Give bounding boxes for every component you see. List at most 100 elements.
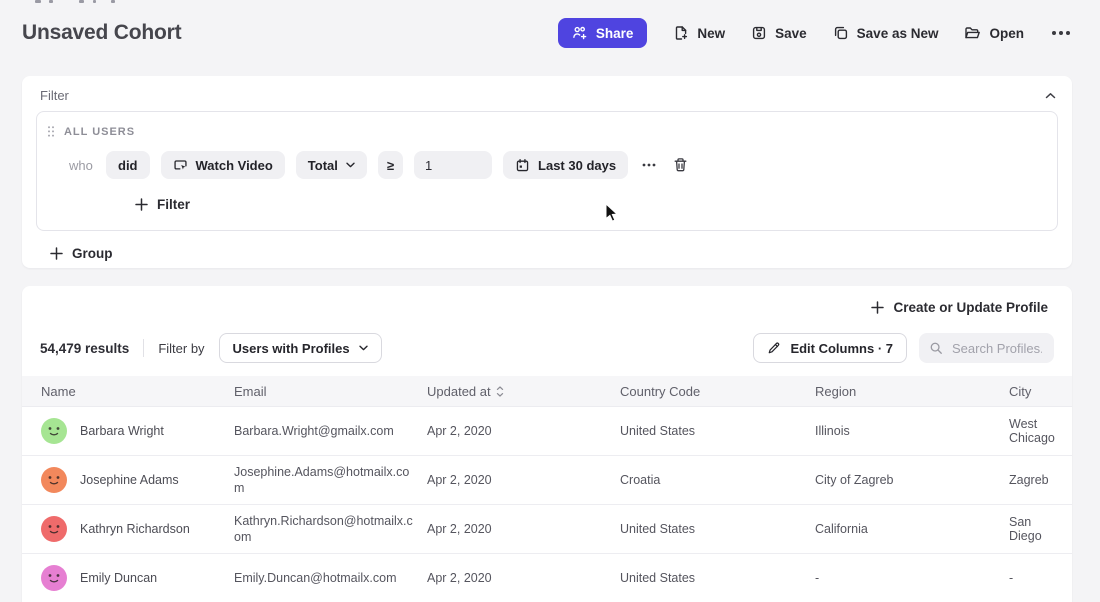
profile-search-input[interactable] [950, 340, 1044, 357]
profile-city-cell: Zagreb [1009, 473, 1072, 487]
save-button[interactable]: Save [751, 25, 807, 41]
more-options-button[interactable] [1050, 27, 1072, 39]
profile-city-cell: San Diego [1009, 515, 1072, 543]
profile-email-cell: Josephine.Adams@hotmailx.com [234, 464, 427, 496]
save-as-new-button-label: Save as New [857, 26, 939, 41]
column-header-city[interactable]: City [1009, 384, 1072, 399]
avatar [41, 565, 67, 591]
profile-updated-cell: Apr 2, 2020 [427, 522, 620, 536]
calendar-icon [515, 158, 530, 173]
who-label: who [69, 158, 95, 173]
profile-name-cell: Josephine Adams [41, 467, 234, 493]
profile-country-cell: United States [620, 571, 815, 585]
date-range-selector[interactable]: Last 30 days [503, 151, 628, 179]
folder-open-icon [964, 25, 981, 41]
screen-cursor-icon [173, 158, 188, 173]
profile-region-cell: - [815, 571, 1009, 585]
create-or-update-profile-button[interactable]: Create or Update Profile [865, 299, 1054, 316]
did-selector[interactable]: did [106, 151, 150, 179]
profile-city-cell: West Chicago [1009, 417, 1072, 445]
new-button[interactable]: New [673, 25, 725, 41]
cropped-nav-fragment [35, 0, 41, 3]
profile-region-cell: Illinois [815, 424, 1009, 438]
table-row[interactable]: Emily Duncan Emily.Duncan@hotmailx.com A… [22, 554, 1072, 602]
profile-email-cell: Barbara.Wright@gmailx.com [234, 423, 427, 439]
profile-filter-value: Users with Profiles [233, 341, 350, 356]
profile-country-cell: United States [620, 424, 815, 438]
cropped-nav-fragment [79, 0, 84, 3]
table-row[interactable]: Josephine Adams Josephine.Adams@hotmailx… [22, 456, 1072, 505]
results-panel: Create or Update Profile 54,479 results … [22, 286, 1072, 602]
collapse-filter-button[interactable] [1043, 90, 1058, 102]
column-header-country-code[interactable]: Country Code [620, 384, 815, 399]
cropped-nav-fragment [49, 0, 53, 3]
table-row[interactable]: Barbara Wright Barbara.Wright@gmailx.com… [22, 407, 1072, 456]
delete-clause-button[interactable] [670, 154, 691, 176]
column-header-updated-at[interactable]: Updated at [427, 384, 620, 399]
clause-more-options-button[interactable] [639, 160, 659, 170]
open-button-label: Open [989, 26, 1024, 41]
table-header-row: Name Email Updated at Country Code Regio… [22, 376, 1072, 407]
kebab-dots-icon [642, 163, 656, 167]
create-or-update-profile-label: Create or Update Profile [893, 300, 1048, 315]
edit-columns-button[interactable]: Edit Columns · 7 [753, 333, 907, 363]
cohort-group-box: ALL USERS who did Watch Video Total [36, 111, 1058, 231]
table-row[interactable]: Kathryn Richardson Kathryn.Richardson@ho… [22, 505, 1072, 554]
table-body: Barbara Wright Barbara.Wright@gmailx.com… [22, 407, 1072, 602]
profile-email-cell: Emily.Duncan@hotmailx.com [234, 570, 427, 586]
plus-icon [871, 301, 884, 314]
event-label: Watch Video [196, 158, 273, 173]
profile-name: Josephine Adams [80, 473, 179, 487]
plus-icon [135, 198, 148, 211]
operator-selector[interactable]: ≥ [378, 151, 403, 179]
chevron-down-icon [359, 345, 368, 351]
column-header-email[interactable]: Email [234, 384, 427, 399]
page-title: Unsaved Cohort [22, 21, 181, 45]
cropped-nav-fragment [111, 0, 115, 3]
profile-country-cell: Croatia [620, 473, 815, 487]
did-label: did [118, 158, 138, 173]
behavior-clause-row: who did Watch Video Total [47, 151, 1045, 179]
edit-columns-label: Edit Columns · 7 [790, 341, 893, 356]
profile-name: Kathryn Richardson [80, 522, 190, 536]
column-header-name[interactable]: Name [41, 384, 234, 399]
results-toolbar: 54,479 results Filter by Users with Prof… [22, 333, 1072, 363]
chevron-up-icon [1045, 92, 1056, 100]
add-filter-button[interactable]: Filter [129, 196, 196, 213]
pencil-icon [767, 341, 781, 355]
filter-panel: Filter ALL USERS who did [22, 76, 1072, 268]
cropped-nav-fragment [93, 0, 96, 3]
profile-name-cell: Emily Duncan [41, 565, 234, 591]
add-group-button[interactable]: Group [44, 245, 119, 262]
filter-panel-title: Filter [40, 88, 69, 103]
share-button[interactable]: Share [558, 18, 648, 48]
column-header-region[interactable]: Region [815, 384, 1009, 399]
share-button-label: Share [596, 26, 634, 41]
profile-city-cell: - [1009, 571, 1072, 585]
profile-name: Emily Duncan [80, 571, 157, 585]
drag-handle-icon[interactable] [47, 125, 55, 138]
sort-carets-icon [496, 386, 504, 397]
add-filter-label: Filter [157, 197, 190, 212]
profile-filter-dropdown[interactable]: Users with Profiles [219, 333, 382, 363]
profiles-table: Name Email Updated at Country Code Regio… [22, 376, 1072, 602]
save-disk-icon [751, 25, 767, 41]
save-as-new-button[interactable]: Save as New [833, 25, 939, 41]
aggregation-selector[interactable]: Total [296, 151, 367, 179]
threshold-value-input[interactable] [414, 151, 492, 179]
profile-updated-cell: Apr 2, 2020 [427, 424, 620, 438]
copy-icon [833, 25, 849, 41]
avatar [41, 516, 67, 542]
profile-search[interactable] [919, 333, 1054, 363]
group-name-label: ALL USERS [64, 126, 135, 138]
avatar [41, 418, 67, 444]
search-icon [929, 341, 943, 355]
new-button-label: New [697, 26, 725, 41]
open-button[interactable]: Open [964, 25, 1024, 41]
avatar [41, 467, 67, 493]
chevron-down-icon [346, 162, 355, 168]
event-selector[interactable]: Watch Video [161, 151, 285, 179]
operator-label: ≥ [387, 158, 394, 173]
add-group-label: Group [72, 246, 113, 261]
profile-name-cell: Kathryn Richardson [41, 516, 234, 542]
